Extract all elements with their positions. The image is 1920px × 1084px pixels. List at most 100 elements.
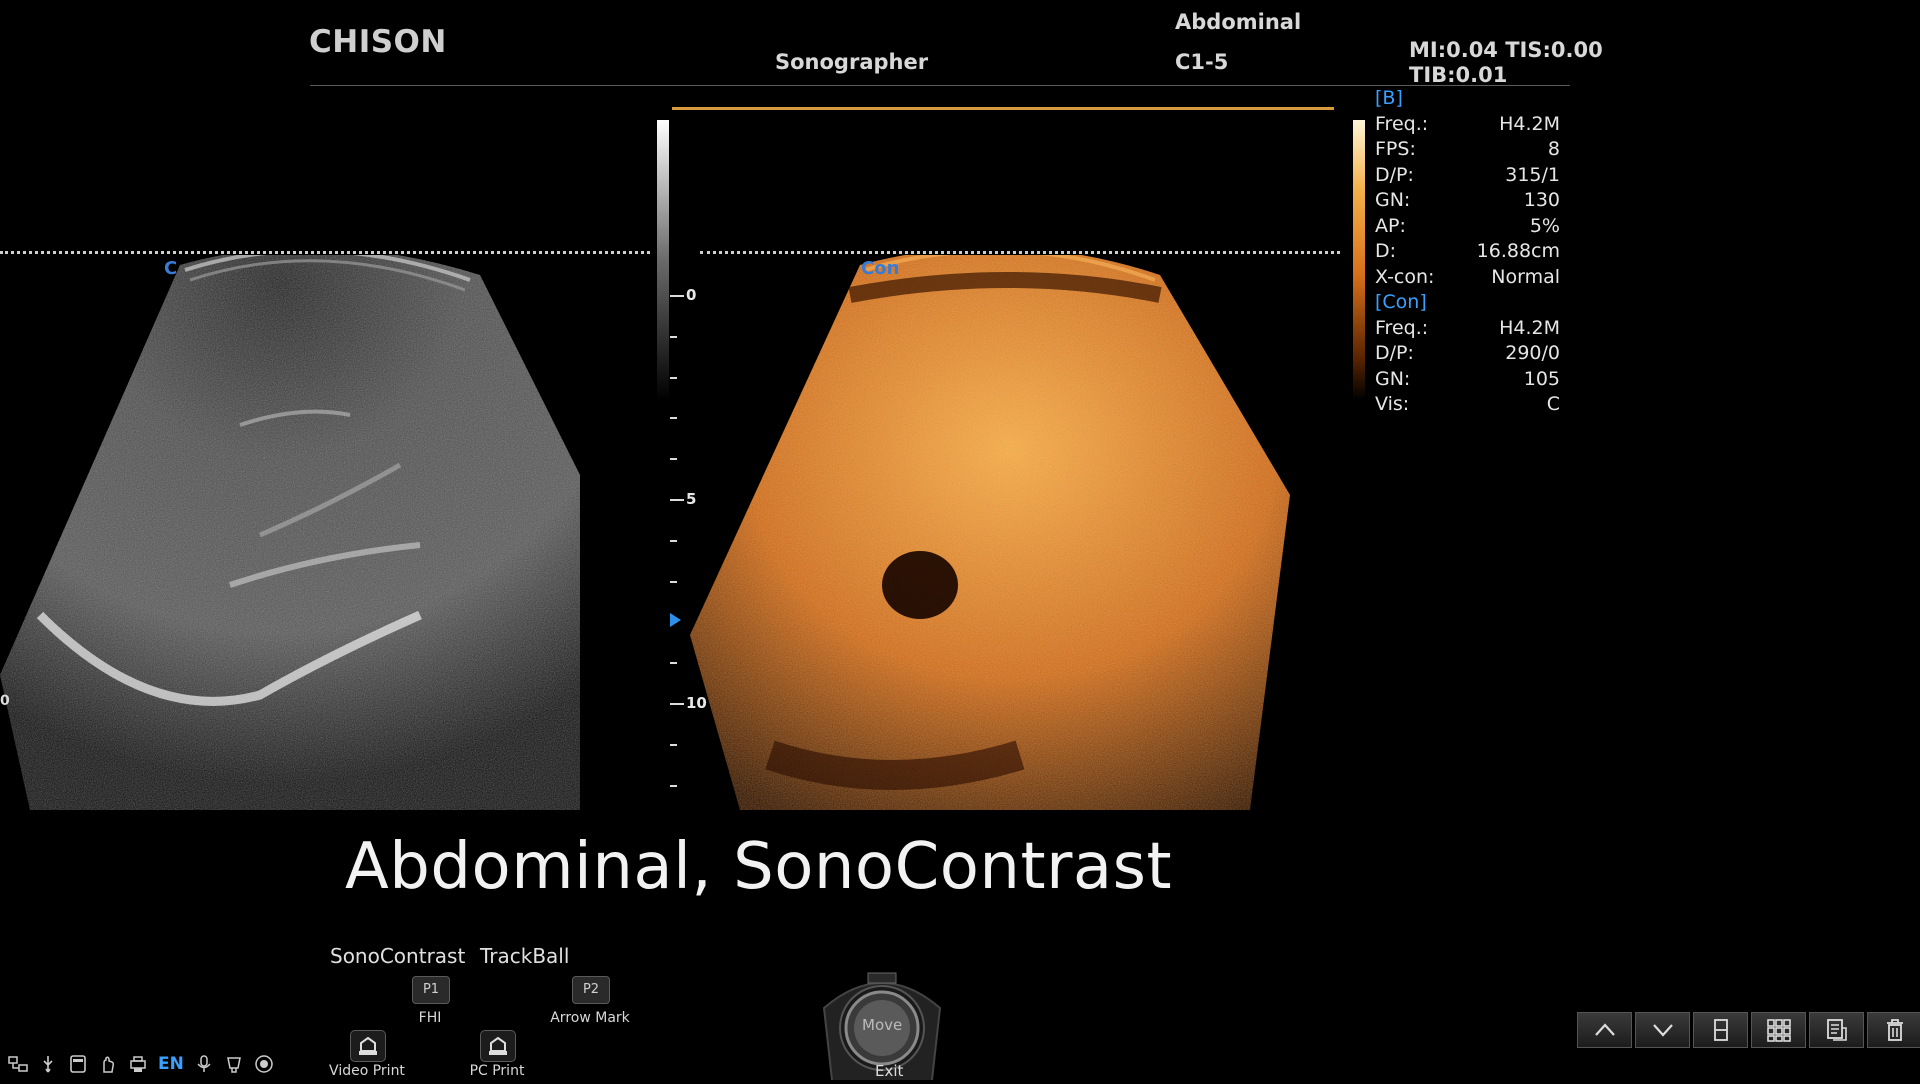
report-icon bbox=[1826, 1019, 1847, 1041]
param-value: H4.2M bbox=[1499, 112, 1560, 135]
p2-key[interactable]: P2 bbox=[572, 976, 610, 1004]
p1-key[interactable]: P1 bbox=[412, 976, 450, 1004]
contrast-color-bar bbox=[1353, 120, 1365, 400]
param-row: X-con: Normal bbox=[1375, 265, 1560, 291]
focus-dotted-line-right bbox=[700, 251, 1340, 254]
depth-label: 0 bbox=[686, 286, 697, 304]
p2-function-label: Arrow Mark bbox=[550, 1010, 630, 1026]
up-arrow-icon bbox=[1594, 1023, 1615, 1036]
depth-minor-tick bbox=[670, 580, 677, 583]
param-label: AP: bbox=[1375, 214, 1406, 237]
image-toolbar bbox=[1577, 1012, 1920, 1048]
param-label: D: bbox=[1375, 240, 1397, 262]
trackball-exit-label[interactable]: Exit bbox=[875, 1062, 903, 1080]
probe-name: C1-5 bbox=[1175, 50, 1229, 74]
depth-minor-tick bbox=[670, 662, 677, 665]
status-bar: EN bbox=[8, 1050, 274, 1078]
param-value: 5% bbox=[1529, 214, 1560, 237]
param-row: Freq.: H4.2M bbox=[1375, 316, 1560, 342]
param-value: 105 bbox=[1523, 367, 1560, 390]
pc-print-label: PC Print bbox=[469, 1063, 525, 1079]
print-icon bbox=[359, 1036, 377, 1055]
p1-function-label: FHI bbox=[418, 1010, 442, 1026]
mode-label: SonoContrast bbox=[330, 944, 466, 968]
report-button[interactable] bbox=[1809, 1012, 1864, 1048]
depth-scale: 0 5 10 bbox=[664, 285, 714, 795]
param-row: D/P: 315/1 bbox=[1375, 163, 1560, 189]
quad-layout-button[interactable] bbox=[1751, 1012, 1806, 1048]
param-label: GN: bbox=[1375, 367, 1411, 390]
exam-preset: Abdominal bbox=[1175, 10, 1302, 34]
usb-icon bbox=[38, 1054, 58, 1074]
delete-button[interactable] bbox=[1867, 1012, 1920, 1048]
pc-print-button[interactable] bbox=[480, 1030, 516, 1062]
depth-major-tick bbox=[670, 499, 684, 501]
network-icon bbox=[8, 1054, 28, 1074]
contrast-roi-top-line bbox=[672, 107, 1334, 110]
down-arrow-icon bbox=[1652, 1024, 1673, 1037]
left-edge-marker: 0 bbox=[0, 693, 10, 709]
video-print-button[interactable] bbox=[350, 1030, 386, 1062]
b-mode-section-title: [B] bbox=[1375, 87, 1403, 109]
trash-icon bbox=[1886, 1019, 1903, 1041]
b-mode-image[interactable] bbox=[0, 255, 580, 810]
microphone-icon bbox=[194, 1054, 214, 1074]
operator-name: Sonographer bbox=[775, 50, 929, 74]
param-row: FPS: 8 bbox=[1375, 137, 1560, 163]
trackball-label: TrackBall bbox=[480, 944, 570, 968]
depth-label: 10 bbox=[686, 694, 707, 712]
depth-minor-tick bbox=[670, 417, 677, 420]
param-value: H4.2M bbox=[1499, 316, 1560, 339]
param-row: D: 16.88cm bbox=[1375, 239, 1560, 265]
depth-major-tick bbox=[670, 703, 684, 705]
record-icon bbox=[254, 1054, 274, 1074]
param-row: D/P: 290/0 bbox=[1375, 341, 1560, 367]
depth-minor-tick bbox=[670, 376, 677, 379]
printer-icon bbox=[128, 1054, 148, 1074]
param-label: D/P: bbox=[1375, 342, 1414, 364]
contrast-label: Con bbox=[861, 258, 900, 279]
single-layout-button[interactable] bbox=[1693, 1012, 1748, 1048]
print-icon bbox=[489, 1036, 507, 1055]
depth-minor-tick bbox=[670, 458, 677, 461]
probe-icon bbox=[224, 1054, 244, 1074]
contrast-section-title: [Con] bbox=[1375, 291, 1427, 313]
param-value: 290/0 bbox=[1505, 342, 1560, 364]
parameter-panel: [B] Freq.: H4.2M FPS: 8 D/P: 315/1 GN: 130 AP: 5%… bbox=[1375, 86, 1560, 418]
video-print-label: Video Print bbox=[329, 1063, 405, 1079]
param-label: Vis: bbox=[1375, 393, 1410, 415]
param-label: X-con: bbox=[1375, 265, 1435, 288]
param-value: 130 bbox=[1523, 189, 1560, 211]
param-value: 16.88cm bbox=[1476, 240, 1560, 262]
param-label: Freq.: bbox=[1375, 112, 1429, 135]
single-layout-icon bbox=[1713, 1019, 1728, 1041]
contrast-image[interactable] bbox=[690, 255, 1330, 810]
language-indicator[interactable]: EN bbox=[158, 1054, 184, 1074]
preset-title: Abdominal, SonoContrast bbox=[345, 830, 1173, 904]
page-down-button[interactable] bbox=[1635, 1012, 1690, 1048]
depth-label: 5 bbox=[686, 490, 697, 508]
depth-major-tick bbox=[670, 295, 684, 297]
depth-minor-tick bbox=[670, 743, 677, 746]
page-up-button[interactable] bbox=[1577, 1012, 1632, 1048]
brand-logo: CHISON bbox=[309, 24, 447, 60]
focus-dotted-line-left bbox=[0, 251, 650, 254]
param-label: FPS: bbox=[1375, 138, 1416, 160]
trackball-move-label: Move bbox=[862, 1016, 903, 1034]
tib-readout: TIB:0.01 bbox=[1409, 63, 1508, 87]
quad-layout-icon bbox=[1766, 1019, 1791, 1042]
param-value: Normal bbox=[1491, 265, 1560, 288]
storage-icon bbox=[68, 1054, 88, 1074]
param-label: D/P: bbox=[1375, 163, 1414, 186]
hand-icon bbox=[98, 1054, 118, 1074]
b-mode-label: C bbox=[164, 258, 178, 279]
param-value: 8 bbox=[1547, 138, 1560, 160]
param-row: GN: 130 bbox=[1375, 188, 1560, 214]
depth-minor-tick bbox=[670, 335, 677, 338]
param-row: AP: 5% bbox=[1375, 214, 1560, 240]
param-row: Vis: C bbox=[1375, 392, 1560, 418]
depth-minor-tick bbox=[670, 539, 677, 542]
param-value: 315/1 bbox=[1505, 163, 1560, 186]
focus-marker[interactable] bbox=[670, 613, 681, 627]
param-value: C bbox=[1546, 393, 1560, 415]
